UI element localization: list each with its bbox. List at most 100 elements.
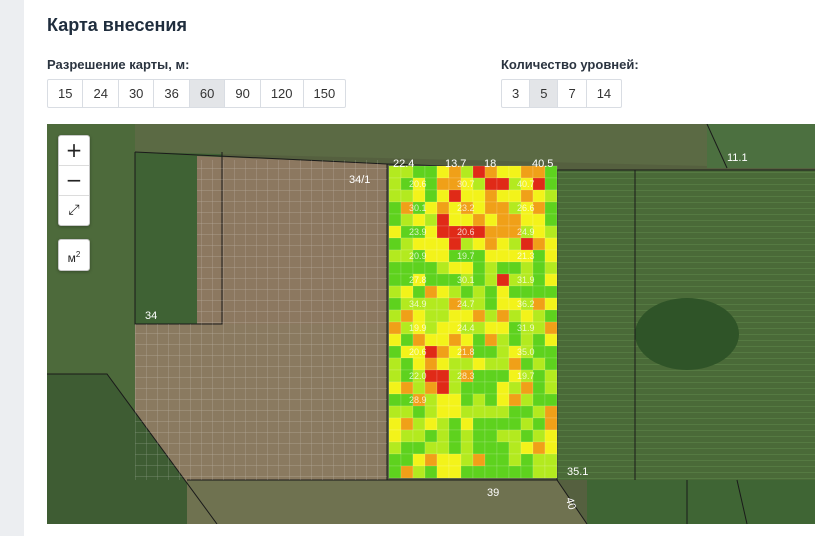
zone-cell [532,465,546,479]
levels-option-7[interactable]: 7 [558,80,587,107]
zone-cell [388,429,402,443]
levels-option-5[interactable]: 5 [530,80,559,107]
zone-cell [520,429,534,443]
zoom-out-button[interactable]: − [59,166,89,196]
zone-cell [436,309,450,323]
zone-cell [424,297,438,311]
zone-cell [532,453,546,467]
zone-cell [484,405,498,419]
zone-cell [424,237,438,251]
resolution-option-60[interactable]: 60 [189,80,226,107]
field-11-1 [707,124,815,168]
zone-cell [436,261,450,275]
zone-cell [460,189,474,203]
zone-cell [388,381,402,395]
zone-cell [424,381,438,395]
zone-cell [496,321,510,335]
zone-cell [508,213,522,227]
resolution-option-36[interactable]: 36 [154,80,190,107]
zone-cell [544,453,558,467]
zone-cell [532,405,546,419]
zone-cell [436,429,450,443]
levels-option-3[interactable]: 3 [502,80,531,107]
levels-option-14[interactable]: 14 [587,80,621,107]
zone-cell [388,321,402,335]
zone-cell [388,189,402,203]
zone-cell [388,465,402,479]
zone-cell [496,189,510,203]
zone-value-label: 23.2 [457,203,475,213]
zone-cell [508,465,522,479]
zone-cell [520,189,534,203]
zone-cell [400,453,414,467]
zone-cell [472,285,486,299]
zone-cell [520,417,534,431]
field-label-34: 34 [145,310,157,322]
zone-cell [484,465,498,479]
zone-cell [388,441,402,455]
application-map[interactable]: 20.6 30.7 40.7 30.1 23.2 26.6 23.9 20.6 24.9 20.9… [47,124,815,524]
zone-cell [532,249,546,263]
zone-cell [484,333,498,347]
zone-cell [400,261,414,275]
zone-cell [496,453,510,467]
resolution-option-150[interactable]: 150 [304,80,346,107]
zone-cell [508,429,522,443]
zoom-in-button[interactable]: + [59,136,89,166]
zone-cell [544,369,558,383]
zone-cell [460,285,474,299]
zone-value-label: 26.6 [517,203,535,213]
zone-cell [484,417,498,431]
field-label-39: 39 [487,487,499,499]
zone-cell [388,417,402,431]
zone-cell [508,417,522,431]
zone-cell [436,225,450,239]
zone-value-label: 34.9 [409,299,427,309]
zone-cell [544,273,558,287]
top-label-4: 40.5 [532,158,553,170]
resolution-option-15[interactable]: 15 [48,80,84,107]
top-label-3: 18 [484,158,496,170]
resolution-option-24[interactable]: 24 [83,80,119,107]
zone-cell [532,393,546,407]
zone-cell [544,381,558,395]
zone-cell [436,297,450,311]
zone-cell [484,297,498,311]
area-measure-button[interactable]: м2 [58,239,90,271]
zone-cell [412,213,426,227]
zone-cell [400,285,414,299]
zone-cell [472,273,486,287]
zone-cell [448,441,462,455]
zone-cell [472,345,486,359]
zone-cell [472,189,486,203]
resolution-selector: 15 24 30 36 60 90 120 150 [47,79,347,108]
resolution-option-120[interactable]: 120 [261,80,304,107]
zone-cell [460,441,474,455]
zone-cell [436,237,450,251]
zoom-controls: + − ⤢ [58,135,90,226]
zone-cell [400,381,414,395]
zone-value-label: 21.3 [517,251,535,261]
zone-value-label: 20.6 [457,227,475,237]
fullscreen-button[interactable]: ⤢ [59,196,89,225]
zone-cell [424,357,438,371]
zone-cell [508,285,522,299]
zone-cell [484,369,498,383]
zone-cell [448,417,462,431]
zone-value-label: 31.9 [517,323,535,333]
zone-cell [436,177,450,191]
zone-cell [436,417,450,431]
zone-value-label: 31.9 [517,275,535,285]
zone-cell [496,261,510,275]
zone-cell [400,417,414,431]
zone-cell [388,357,402,371]
resolution-option-90[interactable]: 90 [225,80,261,107]
zone-cell [472,465,486,479]
zone-cell [412,357,426,371]
zone-cell [484,237,498,251]
zone-value-label: 30.1 [409,203,427,213]
resolution-option-30[interactable]: 30 [119,80,155,107]
zone-cell [472,453,486,467]
zone-cell [508,393,522,407]
zone-cell [424,177,438,191]
